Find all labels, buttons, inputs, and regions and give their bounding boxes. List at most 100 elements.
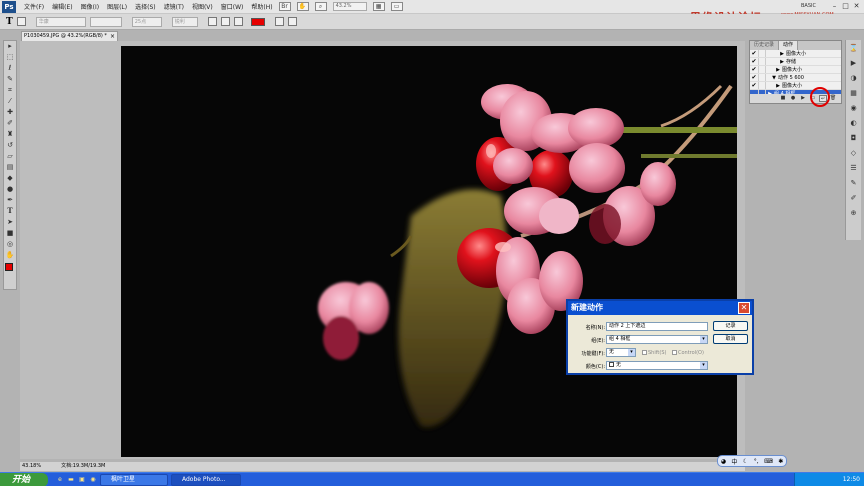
clock[interactable]: 12:50	[843, 476, 860, 483]
clone-stamp-tool-icon[interactable]: ♜	[5, 129, 15, 139]
toggle-checkmark-icon[interactable]: ✔	[750, 50, 758, 57]
brushes-panel-icon[interactable]: ✐	[848, 192, 860, 204]
hand-tool-icon[interactable]: ✋	[296, 2, 309, 11]
close-icon[interactable]: ✕	[852, 2, 861, 10]
eraser-tool-icon[interactable]: ▱	[5, 151, 15, 161]
type-tool-icon[interactable]: T	[6, 17, 13, 27]
toggle-checkmark-icon[interactable]: ✔	[750, 74, 758, 81]
text-orientation-icon[interactable]	[16, 17, 26, 26]
channels-panel-icon[interactable]: ☰	[848, 162, 860, 174]
menu-layer[interactable]: 图层(L)	[107, 2, 127, 11]
play-icon[interactable]: ▶	[799, 95, 807, 102]
keyboard-icon[interactable]: ⌨	[764, 458, 773, 465]
menu-edit[interactable]: 编辑(E)	[52, 2, 72, 11]
gradient-tool-icon[interactable]: ▤	[5, 162, 15, 172]
document-photo[interactable]	[121, 46, 737, 457]
path-select-tool-icon[interactable]: ➤	[5, 217, 15, 227]
menu-file[interactable]: 文件(F)	[24, 2, 44, 11]
ie-icon[interactable]: e	[56, 476, 64, 484]
zoom-tool-icon[interactable]: ⌕	[314, 2, 327, 11]
start-button[interactable]: 开始	[0, 473, 48, 486]
menu-image[interactable]: 图像(I)	[81, 2, 99, 11]
shift-checkbox[interactable]: Shift(S)	[642, 350, 666, 356]
action-row[interactable]: ✔ ▼ 动作 5 600	[750, 74, 841, 82]
zoom-level-field[interactable]: 43.2%	[332, 2, 367, 11]
layers-panel-icon[interactable]: ◇	[848, 147, 860, 159]
toggle-checkmark-icon[interactable]: ✔	[750, 66, 758, 73]
color-panel-icon[interactable]: ◑	[848, 72, 860, 84]
settings-icon[interactable]: ✱	[778, 458, 783, 465]
marquee-tool-icon[interactable]: ⬚	[5, 52, 15, 62]
shape-tool-icon[interactable]: ■	[5, 228, 15, 238]
punctuation-icon[interactable]: °,	[754, 458, 759, 465]
ime-mode[interactable]: 中	[731, 457, 737, 466]
3d-rotate-tool-icon[interactable]: ◎	[5, 239, 15, 249]
expand-triangle-icon[interactable]: ▶	[774, 83, 782, 89]
minimize-icon[interactable]: –	[830, 2, 839, 10]
cancel-button[interactable]: 取消	[713, 334, 748, 344]
font-family-select[interactable]: 华康	[35, 16, 86, 27]
type-tool-icon[interactable]: T	[5, 206, 15, 216]
action-row[interactable]: ✔ ▶ 图像大小	[750, 50, 841, 58]
expand-triangle-icon[interactable]: ▼	[770, 75, 778, 81]
zoom-status[interactable]: 43.18%	[22, 462, 41, 471]
pen-tool-icon[interactable]: ✒	[5, 195, 15, 205]
action-set-select[interactable]: 组 4 相框 ▾	[606, 335, 708, 344]
font-style-select[interactable]	[89, 16, 122, 27]
adjustments-panel-icon[interactable]: ◐	[848, 117, 860, 129]
maximize-icon[interactable]: □	[841, 2, 850, 10]
swatches-panel-icon[interactable]: ▦	[848, 87, 860, 99]
toggle-checkmark-icon[interactable]: ✔	[750, 58, 758, 65]
bridge-icon[interactable]: Br	[278, 2, 291, 11]
actions-panel-icon[interactable]: ▶	[848, 57, 860, 69]
dialog-toggle-box[interactable]	[758, 50, 766, 57]
masks-panel-icon[interactable]: ◘	[848, 132, 860, 144]
align-center-icon[interactable]	[220, 17, 230, 26]
tab-actions[interactable]: 动作	[779, 41, 799, 50]
close-icon[interactable]: ×	[110, 32, 115, 41]
taskbar-button-1[interactable]: 枫叶卫星	[100, 474, 168, 486]
quick-select-tool-icon[interactable]: ✎	[5, 74, 15, 84]
action-row[interactable]: ✔ ▶ 图像大小	[750, 66, 841, 74]
close-icon[interactable]: ✕	[738, 302, 750, 314]
character-panel-icon[interactable]	[287, 17, 297, 26]
menu-select[interactable]: 选择(S)	[135, 2, 156, 11]
move-tool-icon[interactable]: ▸	[5, 41, 15, 51]
media-icon[interactable]: ◉	[89, 476, 97, 484]
crop-tool-icon[interactable]: ⌗	[5, 85, 15, 95]
ime-logo-icon[interactable]: ◕	[721, 458, 726, 465]
styles-panel-icon[interactable]: ◉	[848, 102, 860, 114]
healing-brush-tool-icon[interactable]: ✚	[5, 107, 15, 117]
clone-source-panel-icon[interactable]: ⊕	[848, 207, 860, 219]
menu-help[interactable]: 帮助(H)	[251, 2, 272, 11]
color-select[interactable]: 无 ▾	[606, 361, 708, 370]
dialog-toggle-box[interactable]	[758, 66, 766, 73]
folder-icon[interactable]: ▬	[67, 476, 75, 484]
menu-view[interactable]: 视图(V)	[192, 2, 213, 11]
screen-mode-icon[interactable]: ▭	[390, 2, 403, 11]
stop-icon[interactable]: ■	[779, 95, 787, 102]
warp-text-icon[interactable]	[274, 17, 284, 26]
desktop-icon[interactable]: ▣	[78, 476, 86, 484]
brush-tool-icon[interactable]: ✐	[5, 118, 15, 128]
taskbar-button-photoshop[interactable]: Adobe Photo...	[171, 474, 241, 486]
action-row[interactable]: ✔ ▶ 图像大小	[750, 82, 841, 90]
dialog-toggle-box[interactable]	[758, 82, 766, 89]
trash-icon[interactable]: 🗑	[829, 95, 837, 102]
eyedropper-tool-icon[interactable]: ⁄	[5, 96, 15, 106]
arrange-documents-icon[interactable]: ▦	[372, 2, 385, 11]
expand-triangle-icon[interactable]: ▶	[778, 59, 786, 65]
blur-tool-icon[interactable]: ◆	[5, 173, 15, 183]
action-row[interactable]: ✔ ▶ 存储	[750, 58, 841, 66]
expand-triangle-icon[interactable]: ▶	[774, 67, 782, 73]
menu-window[interactable]: 窗口(W)	[221, 2, 244, 11]
tab-history[interactable]: 历史记录	[750, 41, 780, 50]
control-checkbox[interactable]: Control(O)	[672, 350, 704, 356]
action-name-input[interactable]: 动作 2 上下遮边	[606, 322, 708, 331]
hand-tool-icon[interactable]: ✋	[5, 250, 15, 260]
dialog-toggle-box[interactable]	[758, 74, 766, 81]
foreground-color-swatch[interactable]	[5, 263, 13, 271]
history-brush-tool-icon[interactable]: ↺	[5, 140, 15, 150]
record-button[interactable]: 记录	[713, 321, 748, 331]
align-right-icon[interactable]	[233, 17, 243, 26]
